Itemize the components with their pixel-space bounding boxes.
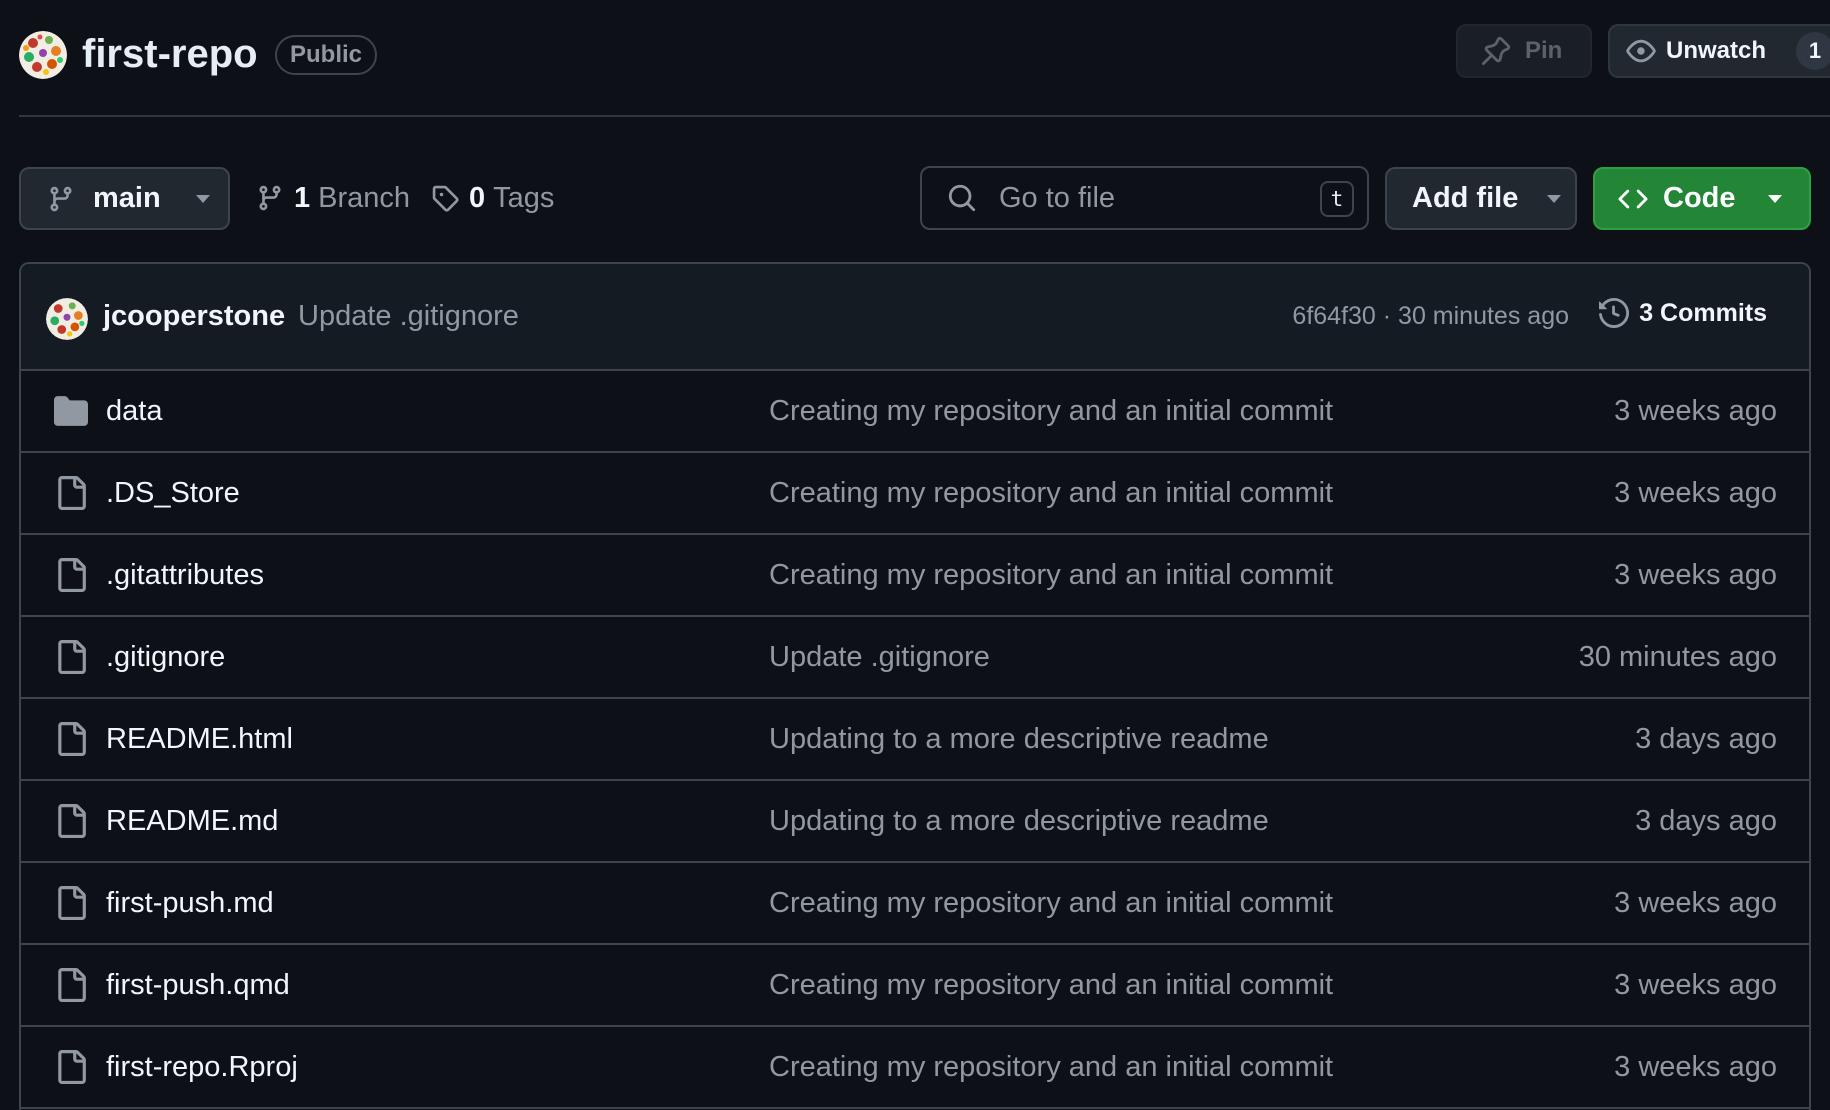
repo-header: first-repo Public Pin Unwatch 1 [19, 22, 1830, 86]
header-divider [19, 115, 1830, 117]
branch-count: 1 [294, 181, 311, 214]
branch-count-label: Branch [318, 181, 411, 214]
file-commit-age: 3 weeks ago [1614, 887, 1777, 919]
avatar-image [46, 298, 88, 340]
branches-link[interactable]: 1 Branch [256, 176, 410, 220]
file-row[interactable]: data Creating my repository and an initia… [21, 371, 1809, 453]
add-file-button[interactable]: Add file [1385, 167, 1577, 230]
file-commit-age: 3 weeks ago [1614, 559, 1777, 591]
search-icon [947, 183, 977, 213]
file-icon [54, 968, 88, 1002]
avatar-image [19, 31, 67, 79]
file-commit-age: 3 days ago [1635, 805, 1777, 837]
latest-commit-bar: jcooperstone Update .gitignore 6f64f30 ·… [21, 264, 1809, 371]
file-name-link[interactable]: .gitattributes [106, 559, 264, 592]
pin-button[interactable]: Pin [1456, 24, 1592, 78]
file-name-link[interactable]: .gitignore [106, 641, 225, 674]
file-row[interactable]: README.html Updating to a more descriptiv… [21, 699, 1809, 781]
code-icon [1618, 184, 1648, 214]
file-commit-message-link[interactable]: Creating my repository and an initial co… [769, 477, 1333, 510]
avatar[interactable] [46, 298, 88, 340]
file-row[interactable]: first-push.qmd Creating my repository and… [21, 945, 1809, 1027]
tag-count: 0 [469, 181, 486, 214]
file-icon [54, 722, 88, 756]
code-label: Code [1663, 182, 1736, 214]
watch-count-badge: 1 [1796, 32, 1830, 70]
file-commit-message-link[interactable]: Creating my repository and an initial co… [769, 395, 1333, 428]
file-icon [54, 804, 88, 838]
unwatch-button[interactable]: Unwatch 1 [1608, 24, 1830, 78]
file-commit-message-link[interactable]: Updating to a more descriptive readme [769, 805, 1269, 838]
file-row[interactable]: .gitignore Update .gitignore 30 minutes ag… [21, 617, 1809, 699]
unwatch-label: Unwatch [1666, 37, 1767, 64]
file-row[interactable]: .gitattributes Creating my repository and… [21, 535, 1809, 617]
file-icon [54, 476, 88, 510]
git-branch-icon [256, 184, 284, 212]
file-name-link[interactable]: README.html [106, 723, 293, 756]
file-name-link[interactable]: README.md [106, 805, 278, 838]
file-commit-age: 3 weeks ago [1614, 1051, 1777, 1083]
pin-icon [1481, 36, 1511, 66]
file-row[interactable]: first-repo.Rproj Creating my repository a… [21, 1027, 1809, 1109]
tags-link[interactable]: 0 Tags [431, 176, 554, 220]
file-row[interactable]: first-push.md Creating my repository and … [21, 863, 1809, 945]
file-list: data Creating my repository and an initia… [21, 371, 1809, 1109]
file-icon [54, 640, 88, 674]
folder-icon [54, 394, 88, 428]
go-to-file-input[interactable] [997, 180, 1321, 216]
file-commit-age: 3 days ago [1635, 723, 1777, 755]
file-icon [54, 886, 88, 920]
chevron-down-icon [1546, 194, 1562, 204]
repo-name[interactable]: first-repo [82, 30, 258, 78]
commits-count-label: 3 Commits [1639, 298, 1767, 327]
file-commit-age: 3 weeks ago [1614, 477, 1777, 509]
tag-icon [431, 184, 459, 212]
tag-count-label: Tags [493, 181, 555, 214]
file-name-link[interactable]: first-repo.Rproj [106, 1051, 298, 1084]
file-commit-message-link[interactable]: Creating my repository and an initial co… [769, 1051, 1333, 1084]
commits-history-link[interactable]: 3 Commits [1599, 298, 1767, 328]
file-name-link[interactable]: .DS_Store [106, 477, 240, 510]
keyboard-shortcut-hint: t [1320, 181, 1354, 217]
go-to-file-search[interactable]: t [920, 166, 1369, 230]
commit-message-link[interactable]: Update .gitignore [298, 300, 519, 333]
file-commit-message-link[interactable]: Creating my repository and an initial co… [769, 887, 1333, 920]
file-commit-age: 3 weeks ago [1614, 969, 1777, 1001]
file-icon [54, 1050, 88, 1084]
file-row[interactable]: .DS_Store Creating my repository and an i… [21, 453, 1809, 535]
current-branch-label: main [93, 182, 161, 214]
file-commit-message-link[interactable]: Update .gitignore [769, 641, 990, 674]
branch-select-button[interactable]: main [19, 167, 230, 230]
file-name-link[interactable]: data [106, 395, 162, 428]
file-name-link[interactable]: first-push.md [106, 887, 274, 920]
pin-label: Pin [1525, 37, 1563, 64]
file-name-link[interactable]: first-push.qmd [106, 969, 290, 1002]
history-icon [1599, 298, 1630, 328]
commit-sha-and-time[interactable]: 6f64f30 · 30 minutes ago [1292, 302, 1569, 331]
eye-icon [1626, 36, 1656, 66]
file-commit-age: 3 weeks ago [1614, 395, 1777, 427]
file-commit-message-link[interactable]: Creating my repository and an initial co… [769, 969, 1333, 1002]
file-table: jcooperstone Update .gitignore 6f64f30 ·… [19, 262, 1811, 1110]
git-branch-icon [47, 185, 75, 213]
file-row[interactable]: README.md Updating to a more descriptive … [21, 781, 1809, 863]
chevron-down-icon [195, 194, 211, 204]
file-commit-age: 30 minutes ago [1578, 641, 1777, 673]
file-icon [54, 558, 88, 592]
file-commit-message-link[interactable]: Updating to a more descriptive readme [769, 723, 1269, 756]
code-button[interactable]: Code [1593, 167, 1811, 230]
chevron-down-icon [1767, 194, 1783, 204]
file-commit-message-link[interactable]: Creating my repository and an initial co… [769, 559, 1333, 592]
add-file-label: Add file [1412, 182, 1519, 214]
commit-author-link[interactable]: jcooperstone [103, 300, 285, 333]
visibility-badge: Public [275, 35, 378, 75]
owner-avatar[interactable] [19, 31, 67, 79]
